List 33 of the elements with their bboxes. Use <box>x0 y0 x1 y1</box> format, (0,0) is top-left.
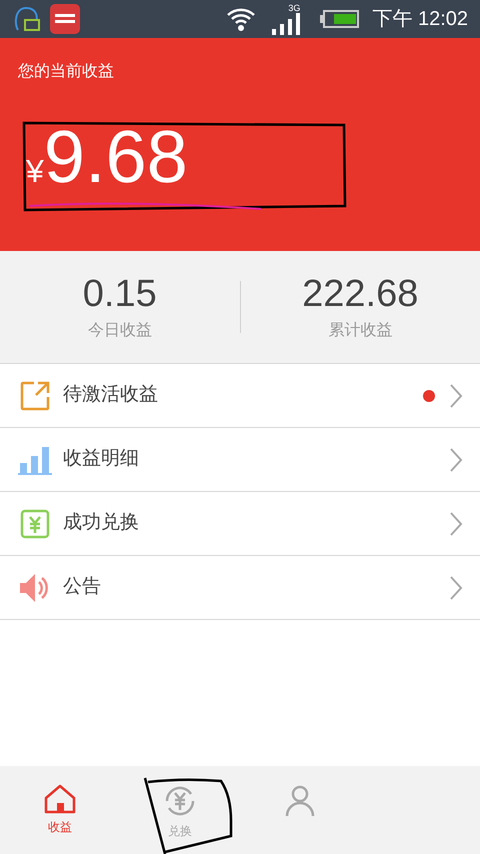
yuan-exchange-icon <box>163 784 197 818</box>
menu-label: 成功兑换 <box>63 511 140 536</box>
stat-label: 今日收益 <box>88 320 152 341</box>
share-icon <box>20 380 50 410</box>
earnings-amount: 9.68 <box>44 120 188 194</box>
home-icon <box>43 784 77 814</box>
chevron-icon <box>449 574 463 600</box>
headset-chat-icon <box>12 4 42 34</box>
menu-item[interactable]: 收益明细 <box>0 428 480 492</box>
currency-sign: ¥ <box>26 152 44 191</box>
menu-label: 待激活收益 <box>63 383 159 408</box>
stat-label: 累计收益 <box>328 320 392 341</box>
chevron-icon <box>449 382 463 408</box>
network-type: 3G <box>288 4 300 12</box>
stat-value: 222.68 <box>302 272 418 318</box>
app-logo-icon <box>50 4 80 34</box>
header-title: 您的当前收益 <box>18 62 115 82</box>
chevron-icon <box>449 446 463 472</box>
bar-chart-icon <box>18 444 52 474</box>
menu-label: 公告 <box>63 575 102 600</box>
yuan-icon <box>20 508 50 538</box>
battery-icon <box>320 9 360 29</box>
person-icon <box>283 784 317 818</box>
tab[interactable]: 收益 <box>0 766 120 854</box>
stat-value: 0.15 <box>82 272 157 318</box>
menu-item[interactable]: 待激活收益 <box>0 364 480 428</box>
chevron-icon <box>449 510 463 536</box>
menu-label: 收益明细 <box>63 447 140 472</box>
menu-item[interactable]: 成功兑换 <box>0 492 480 556</box>
signal-icon <box>272 12 300 34</box>
clock: 下午 12:02 <box>372 7 468 32</box>
menu-item[interactable]: 公告 <box>0 556 480 620</box>
wifi-icon <box>226 6 256 32</box>
